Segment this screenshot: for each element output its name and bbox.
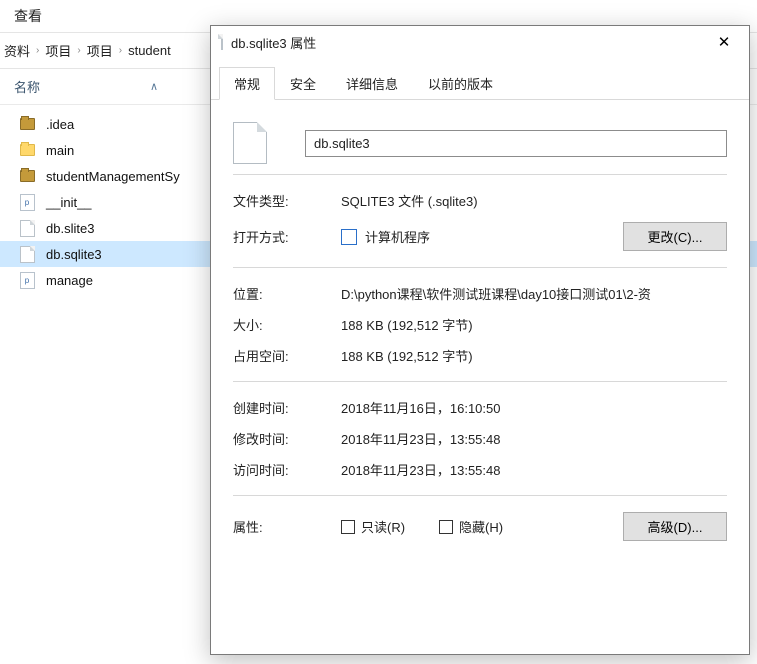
separator <box>233 495 727 496</box>
file-icon <box>221 35 223 49</box>
file-name: __init__ <box>46 195 92 210</box>
tab-strip: 常规 安全 详细信息 以前的版本 <box>211 58 749 100</box>
tab-security[interactable]: 安全 <box>275 67 331 100</box>
folder-icon <box>18 115 36 133</box>
tab-previous-versions[interactable]: 以前的版本 <box>413 67 508 100</box>
titlebar[interactable]: db.sqlite3 属性 ✕ <box>211 26 749 58</box>
label-sizeondisk: 占用空间: <box>233 346 341 365</box>
column-label: 名称 <box>14 77 40 96</box>
value-created: 2018年11月16日，16:10:50 <box>341 398 727 417</box>
chevron-right-icon: › <box>77 45 80 56</box>
value-sizeondisk: 188 KB (192,512 字节) <box>341 346 727 365</box>
file-name: studentManagementSy <box>46 169 180 184</box>
file-name: manage <box>46 273 93 288</box>
value-location: D:\python课程\软件测试班课程\day10接口测试01\2-资 <box>341 284 727 303</box>
value-modified: 2018年11月23日，13:55:48 <box>341 429 727 448</box>
checkbox-hidden-label: 隐藏(H) <box>459 517 503 536</box>
checkbox-readonly-label: 只读(R) <box>361 517 405 536</box>
tab-body-general: db.sqlite3 文件类型: SQLITE3 文件 (.sqlite3) 打… <box>211 100 749 654</box>
sort-asc-icon: ∧ <box>150 80 158 93</box>
python-file-icon: p <box>18 271 36 289</box>
value-accessed: 2018年11月23日，13:55:48 <box>341 460 727 479</box>
change-button[interactable]: 更改(C)... <box>623 222 727 251</box>
file-name: db.sqlite3 <box>46 247 102 262</box>
label-modified: 修改时间: <box>233 429 341 448</box>
advanced-button[interactable]: 高级(D)... <box>623 512 727 541</box>
file-big-icon <box>233 122 267 164</box>
app-icon <box>341 229 357 245</box>
dialog-title: db.sqlite3 属性 <box>231 33 701 52</box>
breadcrumb-part[interactable]: 资料 <box>4 41 30 60</box>
file-icon <box>18 219 36 237</box>
file-icon <box>18 245 36 263</box>
value-filetype: SQLITE3 文件 (.sqlite3) <box>341 191 727 210</box>
file-name: .idea <box>46 117 74 132</box>
tab-details[interactable]: 详细信息 <box>331 67 413 100</box>
label-size: 大小: <box>233 315 341 334</box>
breadcrumb-part[interactable]: 项目 <box>87 41 113 60</box>
folder-icon <box>18 141 36 159</box>
label-attributes: 属性: <box>233 517 341 536</box>
value-size: 188 KB (192,512 字节) <box>341 315 727 334</box>
close-button[interactable]: ✕ <box>701 27 747 57</box>
chevron-right-icon: › <box>119 45 122 56</box>
separator <box>233 381 727 382</box>
breadcrumb-part[interactable]: student <box>128 43 171 58</box>
checkbox-box-icon <box>439 520 453 534</box>
folder-icon <box>18 167 36 185</box>
value-openwith: 计算机程序 <box>365 227 430 246</box>
tab-general[interactable]: 常规 <box>219 67 275 100</box>
properties-dialog: db.sqlite3 属性 ✕ 常规 安全 详细信息 以前的版本 db.sqli… <box>210 25 750 655</box>
python-file-icon: p <box>18 193 36 211</box>
separator <box>233 267 727 268</box>
chevron-right-icon: › <box>36 45 39 56</box>
separator <box>233 174 727 175</box>
file-name: db.slite3 <box>46 221 94 236</box>
checkbox-box-icon <box>341 520 355 534</box>
breadcrumb-part[interactable]: 项目 <box>45 41 71 60</box>
filename-input[interactable]: db.sqlite3 <box>305 130 727 157</box>
label-location: 位置: <box>233 284 341 303</box>
label-created: 创建时间: <box>233 398 341 417</box>
checkbox-readonly[interactable]: 只读(R) <box>341 517 405 536</box>
file-name: main <box>46 143 74 158</box>
label-accessed: 访问时间: <box>233 460 341 479</box>
label-filetype: 文件类型: <box>233 191 341 210</box>
checkbox-hidden[interactable]: 隐藏(H) <box>439 517 503 536</box>
label-openwith: 打开方式: <box>233 227 341 246</box>
